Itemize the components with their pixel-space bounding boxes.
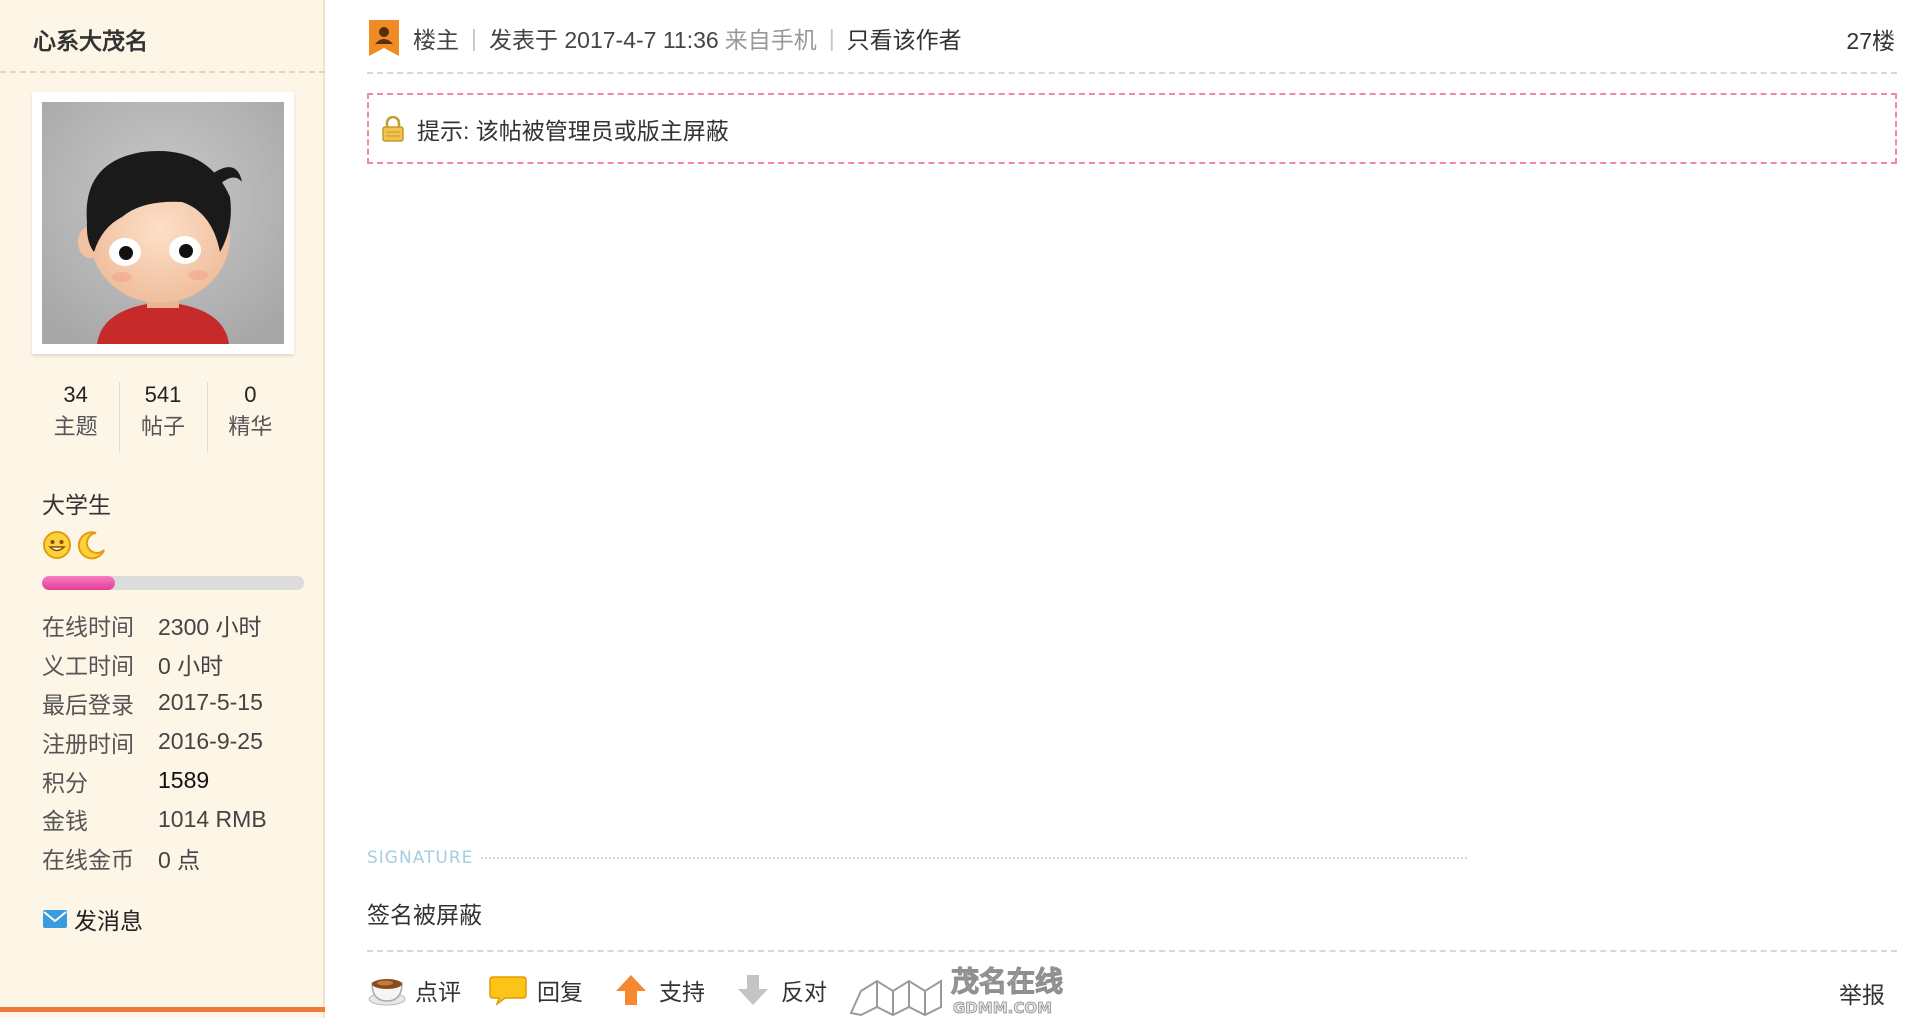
envelope-icon <box>43 910 67 928</box>
sidebar-divider <box>0 71 325 73</box>
stat-label: 精华 <box>228 414 273 439</box>
coffee-cup-icon <box>368 979 406 1006</box>
info-row-last-login: 最后登录 2017-5-15 <box>42 684 267 723</box>
stat-label: 帖子 <box>140 414 185 439</box>
info-row-money: 金钱 1014 RMB <box>42 800 267 839</box>
stat-threads[interactable]: 34 主题 <box>32 380 119 452</box>
site-watermark-logo: 茂名在线 GDMM.COM <box>849 965 1064 1017</box>
op-label: 楼主 <box>413 27 459 53</box>
signature-header: SIGNATURE <box>367 848 1467 868</box>
signature-divider <box>481 857 1467 859</box>
info-row-online-coins: 在线金币 0 点 <box>42 839 267 878</box>
support-label: 支持 <box>659 979 705 1005</box>
lock-icon <box>382 115 404 142</box>
info-label: 注册时间 <box>42 730 134 757</box>
stat-value: 541 <box>144 382 182 407</box>
author-info-list: 在线时间 2300 小时 义工时间 0 小时 最后登录 2017-5-15 注册… <box>42 606 267 878</box>
header-separator: | <box>828 24 835 51</box>
support-button[interactable]: 支持 <box>611 973 705 1007</box>
notice-text: 提示: 该帖被管理员或版主屏蔽 <box>417 117 729 144</box>
oppose-label: 反对 <box>781 979 827 1005</box>
svg-text:GDMM.COM: GDMM.COM <box>953 999 1052 1017</box>
post-actions: 点评 回复 支持 反对 茂名在线 GDMM.COM <box>367 965 1079 1017</box>
report-button[interactable]: 举报 <box>1839 976 1885 1010</box>
sidebar-bottom-bar <box>0 1007 325 1012</box>
posted-at: 发表于 2017-4-7 11:36 <box>488 27 719 53</box>
comment-button[interactable]: 点评 <box>367 973 461 1007</box>
reply-label: 回复 <box>537 979 583 1005</box>
post-main: 楼主 | 发表于 2017-4-7 11:36 来自手机 | 只看该作者 27楼… <box>367 0 1897 1018</box>
stat-digests[interactable]: 0 精华 <box>206 380 294 452</box>
info-row-points: 积分 1589 <box>42 761 267 800</box>
rank-progress-bar <box>42 576 304 590</box>
svg-text:茂名在线: 茂名在线 <box>951 965 1063 998</box>
post-header: 楼主 | 发表于 2017-4-7 11:36 来自手机 | 只看该作者 27楼 <box>367 16 1897 60</box>
header-divider <box>367 72 1897 74</box>
info-value: 1014 RMB <box>158 805 267 832</box>
info-label: 在线时间 <box>42 614 134 641</box>
header-separator: | <box>471 24 477 51</box>
author-sidebar: 心系大茂名 34 主题 541 帖子 0 精华 大学生 在线时间 2300 小时… <box>0 0 325 1018</box>
stat-value: 0 <box>244 382 257 407</box>
floor-number[interactable]: 27楼 <box>1846 22 1895 56</box>
avatar-frame[interactable] <box>32 92 294 354</box>
post-source: 来自手机 <box>724 27 817 53</box>
info-value: 0 小时 <box>158 653 224 680</box>
info-label: 积分 <box>42 769 88 796</box>
user-group[interactable]: 大学生 <box>42 486 111 520</box>
stat-label: 主题 <box>53 414 98 439</box>
send-message-label: 发消息 <box>74 908 143 934</box>
blocked-notice: 提示: 该帖被管理员或版主屏蔽 <box>367 93 1897 164</box>
only-author-link[interactable]: 只看该作者 <box>847 21 962 55</box>
footer-divider <box>367 950 1897 952</box>
info-value: 0 点 <box>158 847 201 874</box>
stat-value: 34 <box>63 382 88 407</box>
oppose-button[interactable]: 反对 <box>733 973 827 1007</box>
info-row-register-date: 注册时间 2016-9-25 <box>42 722 267 761</box>
info-value: 1589 <box>158 767 210 794</box>
moon-icon <box>77 531 105 560</box>
info-label: 最后登录 <box>42 691 134 718</box>
arrow-down-icon <box>738 975 768 1005</box>
signature-text: 签名被屏蔽 <box>367 902 482 928</box>
author-stats: 34 主题 541 帖子 0 精华 <box>32 380 294 452</box>
info-row-volunteer-time: 义工时间 0 小时 <box>42 645 267 684</box>
info-label: 金钱 <box>42 808 88 835</box>
info-label: 义工时间 <box>42 653 134 680</box>
info-value: 2017-5-15 <box>158 689 263 716</box>
avatar <box>42 102 284 344</box>
signature-tag: SIGNATURE <box>367 848 474 868</box>
info-value: 2016-9-25 <box>158 728 263 755</box>
send-message-link[interactable]: 发消息 <box>42 902 143 936</box>
rank-icons <box>42 530 106 560</box>
op-badge-icon <box>369 20 399 56</box>
author-name[interactable]: 心系大茂名 <box>33 22 148 56</box>
info-row-online-time: 在线时间 2300 小时 <box>42 606 267 645</box>
arrow-up-icon <box>616 975 646 1005</box>
comment-label: 点评 <box>415 979 461 1005</box>
speech-bubble-icon <box>489 976 527 1007</box>
stat-posts[interactable]: 541 帖子 <box>119 380 206 452</box>
rank-progress-fill <box>42 576 116 590</box>
info-value: 2300 小时 <box>158 614 262 641</box>
reply-button[interactable]: 回复 <box>489 973 583 1007</box>
info-label: 在线金币 <box>42 847 134 874</box>
sun-face-icon <box>43 531 71 559</box>
